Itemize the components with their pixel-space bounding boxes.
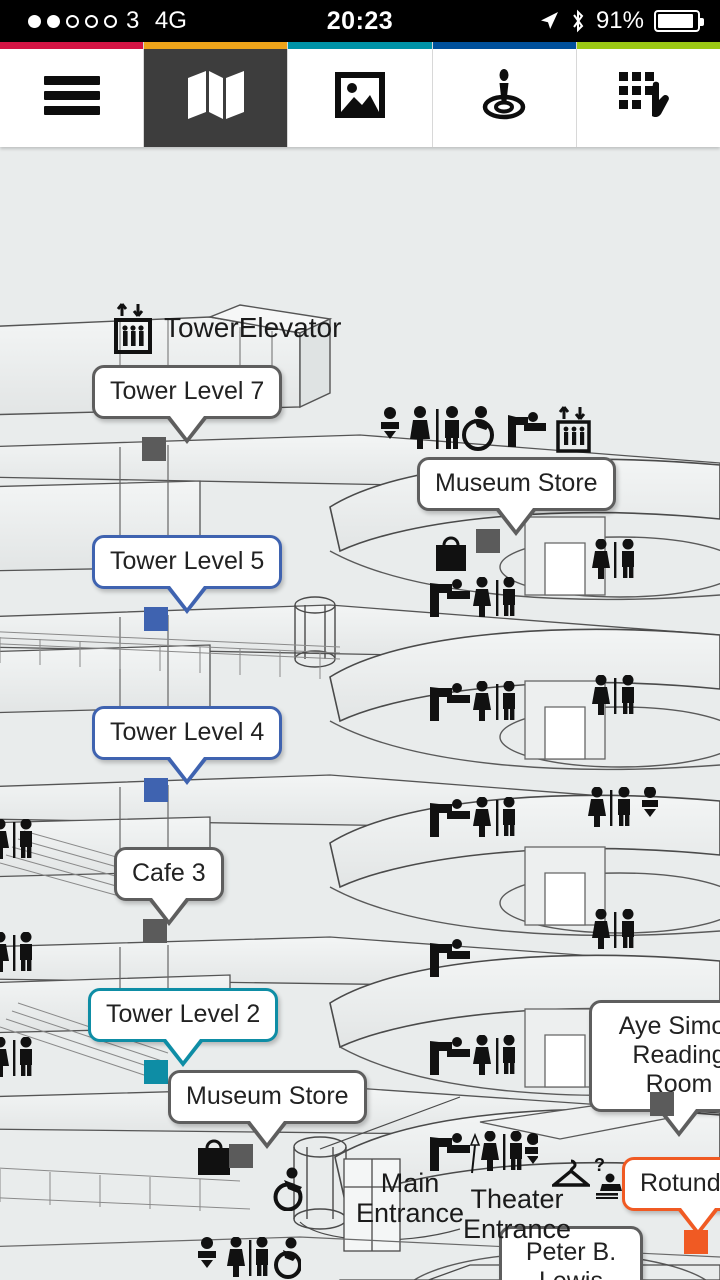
pin-marker-tower-level-2[interactable] — [144, 1060, 168, 1084]
restroom-pair-icon — [0, 1037, 32, 1077]
status-right: 91% — [538, 7, 704, 35]
restroom-pair-icon — [592, 539, 634, 579]
amenity-row-lobby — [198, 1237, 301, 1279]
map-pin-tower-level-2[interactable]: Tower Level 2 — [88, 988, 279, 1067]
pin-bubble: Tower Level 2 — [88, 988, 279, 1067]
tab-keypad[interactable] — [576, 42, 720, 147]
tower-elevator-title: TowerElevator — [112, 302, 341, 354]
pin-bubble: Rotunda F — [622, 1157, 720, 1236]
tab-strip-map — [144, 42, 288, 49]
network-type: 4G — [154, 7, 187, 34]
tab-map[interactable] — [144, 42, 289, 147]
amenity-row-level4 — [430, 681, 515, 721]
map-pin-cafe-3[interactable]: Cafe 3 — [114, 847, 224, 926]
elevator-icon — [114, 303, 152, 354]
shopping-bag-icon — [436, 536, 466, 571]
main-tab-bar — [0, 42, 720, 147]
pin-marker-museum-store-lower[interactable] — [229, 1144, 253, 1168]
keypad-touch-icon — [619, 71, 670, 117]
battery-percent: 91% — [595, 7, 644, 34]
map-pin-tower-level-5[interactable]: Tower Level 5 — [92, 535, 283, 614]
folded-map-icon — [187, 70, 244, 119]
amenity-row-level2 — [430, 939, 470, 977]
museum-map-canvas[interactable]: TowerElevator ? Tower Level 7 Museum Sto… — [0, 147, 720, 1280]
map-pin-museum-store-lower[interactable]: Museum Store — [168, 1070, 367, 1149]
tab-menu[interactable] — [0, 42, 145, 147]
tab-strip-audio — [432, 42, 576, 49]
pin-bubble: Museum Store — [417, 457, 616, 536]
tab-gallery[interactable] — [288, 42, 433, 147]
status-left: 3 4G — [28, 7, 187, 35]
tower-elevator-label: TowerElevator — [164, 312, 342, 343]
amenity-row-level5 — [430, 577, 515, 617]
amenity-row-level3 — [430, 797, 515, 837]
signal-strength-dots — [28, 14, 117, 28]
wheelchair-accessible-icon — [273, 1167, 303, 1211]
tab-strip-keypad — [576, 42, 720, 49]
tab-audio-guide[interactable] — [432, 42, 577, 147]
pin-bubble: Tower Level 5 — [92, 535, 283, 614]
svg-text:?: ? — [594, 1155, 605, 1175]
status-bar: 3 4G 20:23 91% — [0, 0, 720, 42]
hamburger-menu-icon — [43, 75, 100, 115]
location-arrow-icon — [540, 12, 558, 29]
pin-marker-aye-simon-reading-room[interactable] — [650, 1092, 674, 1116]
carrier-name: 3 — [126, 7, 140, 34]
tab-strip-gallery — [288, 42, 432, 49]
amenity-row-level1 — [430, 1035, 515, 1075]
restroom-pair-icon — [0, 819, 32, 859]
audio-guide-icon — [482, 68, 526, 119]
battery-icon — [654, 10, 704, 32]
pin-bubble: Tower Level 4 — [92, 706, 283, 785]
bluetooth-icon — [573, 9, 584, 33]
pin-bubble: Cafe 3 — [114, 847, 224, 926]
pin-marker-tower-level-5[interactable] — [144, 607, 168, 631]
map-pin-rotunda-floor[interactable]: Rotunda F — [622, 1157, 720, 1236]
restroom-pair-icon — [592, 675, 634, 715]
information-desk-icon: ? — [594, 1155, 622, 1199]
map-pin-tower-level-7[interactable]: Tower Level 7 — [92, 365, 283, 444]
restroom-pair-icon — [592, 909, 634, 949]
restroom-family-icon — [588, 787, 658, 827]
pin-marker-museum-store-upper[interactable] — [476, 529, 500, 553]
pin-marker-tower-level-4[interactable] — [144, 778, 168, 802]
amenity-row-level7 — [381, 406, 591, 453]
pin-marker-rotunda-floor[interactable] — [684, 1230, 708, 1254]
pin-bubble: Museum Store — [168, 1070, 367, 1149]
picture-icon — [335, 71, 385, 118]
shopping-bag-icon — [198, 1139, 230, 1175]
pin-marker-tower-level-7[interactable] — [142, 437, 166, 461]
pin-bubble: Tower Level 7 — [92, 365, 283, 444]
pin-marker-cafe-3[interactable] — [143, 919, 167, 943]
restroom-pair-icon — [0, 932, 32, 972]
map-pin-museum-store-upper[interactable]: Museum Store — [417, 457, 616, 536]
map-pin-tower-level-4[interactable]: Tower Level 4 — [92, 706, 283, 785]
tab-strip-menu — [0, 42, 144, 49]
map-label-theater-entrance: Theater Entrance — [462, 1184, 572, 1244]
status-time: 20:23 — [326, 6, 394, 35]
